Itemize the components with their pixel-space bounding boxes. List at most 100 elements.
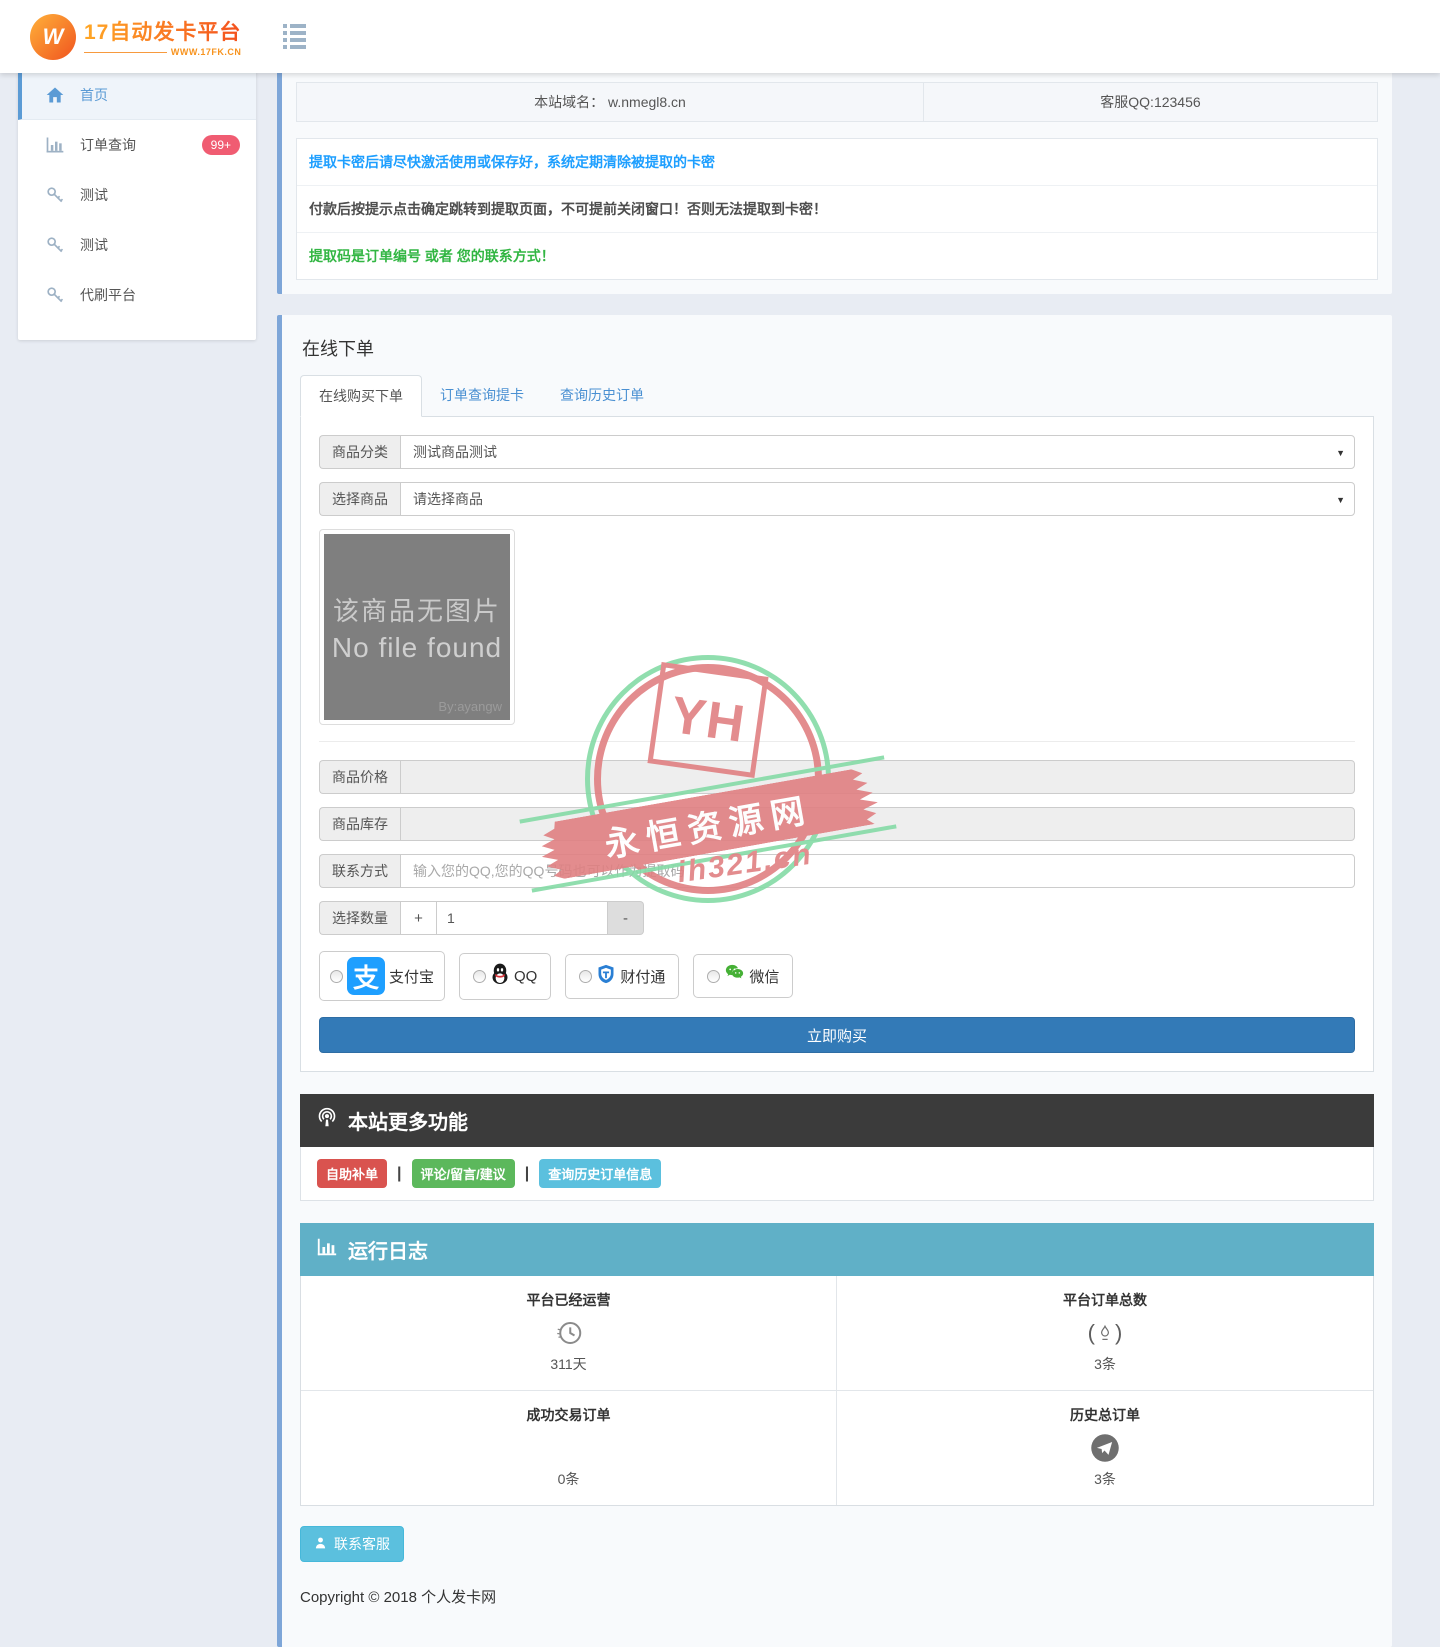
buy-now-button[interactable]: 立即购买 bbox=[319, 1017, 1355, 1053]
key-icon bbox=[44, 185, 66, 205]
site-domain-cell: 本站域名： w.nmegl8.cn bbox=[297, 83, 924, 122]
notice-board: 提取卡密后请尽快激活使用或保存好，系统定期清除被提取的卡密 付款后按提示点击确定… bbox=[296, 138, 1378, 280]
no-image-text-cn: 该商品无图片 bbox=[333, 591, 501, 628]
product-select[interactable]: 请选择商品 ▼ bbox=[400, 482, 1355, 516]
payment-option-qq[interactable]: QQ bbox=[459, 953, 551, 1000]
qq-icon bbox=[490, 963, 510, 990]
menu-toggle-icon[interactable] bbox=[283, 24, 306, 49]
category-row: 商品分类 测试商品测试 ▼ bbox=[319, 435, 1355, 469]
sidebar-item-label: 首页 bbox=[80, 85, 240, 105]
contact-support-button[interactable]: 联系客服 bbox=[300, 1526, 404, 1562]
notice-item: 付款后按提示点击确定跳转到提取页面，不可提前关闭窗口！否则无法提取到卡密！ bbox=[297, 186, 1377, 233]
stock-field bbox=[400, 807, 1355, 841]
sidebar-item-daishua[interactable]: 代刷平台 bbox=[18, 270, 256, 320]
chevron-down-icon: ▼ bbox=[1336, 495, 1345, 505]
person-icon bbox=[314, 1536, 327, 1553]
logo-icon: W bbox=[30, 14, 76, 60]
more-functions-section: 本站更多功能 自助补单 | 评论/留言/建议 | 查询历史订单信息 bbox=[300, 1094, 1374, 1201]
payment-option-tenpay[interactable]: 财付通 bbox=[565, 954, 679, 999]
empty-icon-slot bbox=[311, 1431, 826, 1465]
category-selected-value: 测试商品测试 bbox=[413, 442, 497, 462]
stat-success-orders: 成功交易订单 0条 bbox=[301, 1391, 837, 1505]
sidebar-item-order-query[interactable]: 订单查询 99+ bbox=[18, 120, 256, 170]
logo-title: 17自动发卡平台 bbox=[84, 16, 241, 46]
tab-history-orders[interactable]: 查询历史订单 bbox=[542, 375, 662, 416]
page-title: 在线下单 bbox=[302, 335, 1372, 361]
notice-item: 提取卡密后请尽快激活使用或保存好，系统定期清除被提取的卡密 bbox=[297, 139, 1377, 186]
main-content: 本站域名： w.nmegl8.cn 客服QQ:123456 提取卡密后请尽快激活… bbox=[277, 70, 1392, 1647]
category-label: 商品分类 bbox=[319, 435, 400, 469]
stock-label: 商品库存 bbox=[319, 807, 400, 841]
order-form: 商品分类 测试商品测试 ▼ 选择商品 请选择商品 ▼ 该商品无图片 No fil… bbox=[300, 417, 1374, 1072]
alipay-icon: 支 bbox=[347, 957, 385, 995]
site-info-panel: 本站域名： w.nmegl8.cn 客服QQ:123456 提取卡密后请尽快激活… bbox=[277, 70, 1392, 294]
podcast-icon bbox=[316, 1107, 338, 1135]
tab-order-query[interactable]: 订单查询提卡 bbox=[422, 375, 542, 416]
logo-sub-line bbox=[84, 52, 167, 53]
run-log-title: 运行日志 bbox=[348, 1235, 428, 1264]
quantity-input[interactable] bbox=[447, 910, 597, 926]
quantity-increase-button[interactable]: + bbox=[400, 901, 436, 935]
logo-text: 17自动发卡平台 WWW.17FK.CN bbox=[84, 16, 241, 57]
contact-row: 联系方式 bbox=[319, 854, 1355, 888]
radio-button[interactable] bbox=[579, 970, 592, 983]
site-logo[interactable]: W 17自动发卡平台 WWW.17FK.CN bbox=[30, 14, 241, 60]
bar-chart-icon bbox=[316, 1236, 338, 1264]
run-log-stats: 平台已经运营 311天 平台订单总数 ( ) 3条 成功交易 bbox=[300, 1276, 1374, 1506]
quantity-input-wrap bbox=[436, 901, 608, 935]
order-count-badge: 99+ bbox=[202, 135, 240, 155]
chart-icon bbox=[44, 135, 66, 155]
table-row: 本站域名： w.nmegl8.cn 客服QQ:123456 bbox=[297, 83, 1378, 122]
tab-buy-online[interactable]: 在线购买下单 bbox=[300, 375, 422, 417]
key-icon bbox=[44, 235, 66, 255]
sidebar-item-label: 订单查询 bbox=[80, 135, 188, 155]
price-row: 商品价格 bbox=[319, 760, 1355, 794]
sidebar-item-label: 测试 bbox=[80, 235, 240, 255]
sidebar-item-label: 代刷平台 bbox=[80, 285, 240, 305]
wechat-icon bbox=[724, 964, 745, 988]
category-select[interactable]: 测试商品测试 ▼ bbox=[400, 435, 1355, 469]
payment-option-alipay[interactable]: 支 支付宝 bbox=[319, 951, 445, 1001]
sidebar-item-test-1[interactable]: 测试 bbox=[18, 170, 256, 220]
site-info-table: 本站域名： w.nmegl8.cn 客服QQ:123456 bbox=[296, 82, 1378, 122]
service-qq-cell: 客服QQ:123456 bbox=[923, 83, 1377, 122]
order-panel: 在线下单 在线购买下单 订单查询提卡 查询历史订单 商品分类 测试商品测试 ▼ … bbox=[277, 315, 1392, 1647]
run-log-section: 运行日志 平台已经运营 311天 平台订单总数 ( ) bbox=[300, 1223, 1374, 1506]
product-image-placeholder: 该商品无图片 No file found By:ayangw bbox=[324, 534, 510, 720]
clock-icon bbox=[311, 1316, 826, 1350]
divider bbox=[319, 741, 1355, 742]
sidebar: 首页 订单查询 99+ 测试 测试 代刷平台 bbox=[18, 70, 256, 340]
no-image-text-en: No file found bbox=[332, 632, 502, 664]
notice-item: 提取码是订单编号 或者 您的联系方式！ bbox=[297, 233, 1377, 279]
more-functions-body: 自助补单 | 评论/留言/建议 | 查询历史订单信息 bbox=[300, 1147, 1374, 1201]
radio-button[interactable] bbox=[473, 970, 486, 983]
price-label: 商品价格 bbox=[319, 760, 400, 794]
chevron-down-icon: ▼ bbox=[1336, 448, 1345, 458]
quantity-row: 选择数量 + - bbox=[319, 901, 644, 935]
product-row: 选择商品 请选择商品 ▼ bbox=[319, 482, 1355, 516]
copyright-text: Copyright © 2018 个人发卡网 bbox=[300, 1586, 1374, 1607]
comment-message-button[interactable]: 评论/留言/建议 bbox=[412, 1159, 515, 1188]
self-reorder-button[interactable]: 自助补单 bbox=[317, 1159, 387, 1188]
tenpay-icon bbox=[596, 964, 616, 989]
sidebar-item-label: 测试 bbox=[80, 185, 240, 205]
contact-field-wrap bbox=[400, 854, 1355, 888]
quantity-decrease-button[interactable]: - bbox=[608, 901, 644, 935]
radio-button[interactable] bbox=[707, 970, 720, 983]
contact-label: 联系方式 bbox=[319, 854, 400, 888]
stat-platform-days: 平台已经运营 311天 bbox=[301, 1276, 837, 1391]
sidebar-item-home[interactable]: 首页 bbox=[18, 70, 256, 120]
product-label: 选择商品 bbox=[319, 482, 400, 516]
more-functions-header: 本站更多功能 bbox=[300, 1094, 1374, 1147]
sidebar-item-test-2[interactable]: 测试 bbox=[18, 220, 256, 270]
payment-methods: 支 支付宝 QQ 财付通 bbox=[319, 951, 1355, 1001]
contact-input[interactable] bbox=[413, 863, 1342, 879]
product-selected-value: 请选择商品 bbox=[413, 489, 483, 509]
radio-button[interactable] bbox=[330, 970, 343, 983]
order-tabs: 在线购买下单 订单查询提卡 查询历史订单 bbox=[300, 375, 1374, 417]
payment-option-wechat[interactable]: 微信 bbox=[693, 954, 793, 998]
telegram-icon bbox=[847, 1431, 1363, 1465]
history-order-info-button[interactable]: 查询历史订单信息 bbox=[539, 1159, 661, 1188]
logo-subtitle: WWW.17FK.CN bbox=[171, 47, 242, 57]
stat-history-orders: 历史总订单 3条 bbox=[837, 1391, 1373, 1505]
